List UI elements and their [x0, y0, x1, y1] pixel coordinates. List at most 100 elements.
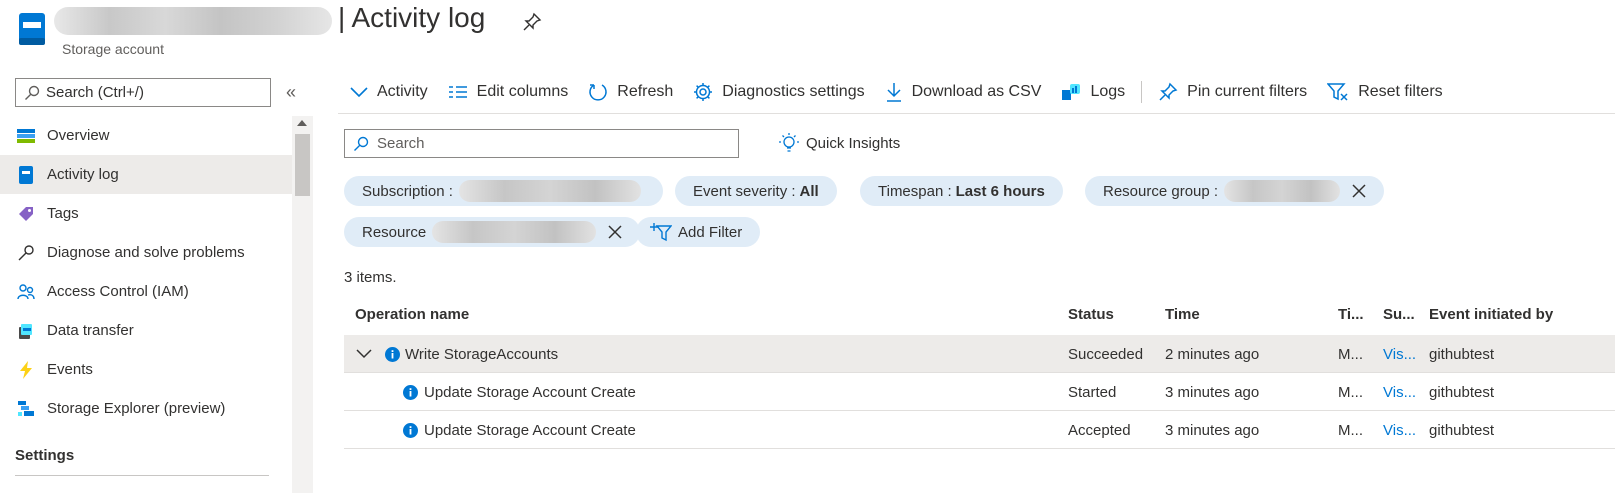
diagnostics-settings-label: Diagnostics settings: [722, 83, 865, 100]
operation-name: Write StorageAccounts: [405, 345, 559, 363]
sidebar-item-overview[interactable]: Overview: [0, 116, 292, 155]
diagnostics-settings-button[interactable]: Diagnostics settings: [683, 76, 874, 108]
sidebar-item-activity-log[interactable]: Activity log: [0, 155, 292, 194]
table-row[interactable]: Update Storage Account Create Started 3 …: [344, 373, 1615, 411]
operation-name: Update Storage Account Create: [424, 383, 636, 401]
collapse-sidebar-button[interactable]: «: [286, 82, 302, 102]
data-transfer-icon: [17, 322, 35, 340]
filter-pill-timespan[interactable]: Timespan : Last 6 hours: [860, 176, 1063, 206]
table-row[interactable]: Update Storage Account Create Accepted 3…: [344, 411, 1615, 449]
logs-button[interactable]: Logs: [1051, 76, 1135, 108]
download-csv-label: Download as CSV: [911, 83, 1042, 100]
timestamp: M...: [1338, 383, 1363, 401]
filter-label: Subscription :: [362, 182, 453, 200]
pin-current-filters-button[interactable]: Pin current filters: [1148, 76, 1317, 108]
activity-button[interactable]: Activity: [340, 76, 438, 108]
column-header-initiated-by[interactable]: Event initiated by: [1429, 306, 1553, 323]
scrollbar-thumb[interactable]: [295, 134, 310, 196]
info-icon: [385, 335, 400, 373]
quick-insights-label: Quick Insights: [806, 134, 901, 152]
storage-explorer-icon: [17, 400, 35, 418]
download-csv-button[interactable]: Download as CSV: [875, 76, 1052, 108]
wrench-icon: [17, 244, 35, 262]
sidebar-item-label: Diagnose and solve problems: [47, 244, 245, 261]
table-row[interactable]: Write StorageAccounts Succeeded 2 minute…: [344, 335, 1615, 373]
download-icon: [885, 82, 903, 102]
sidebar-item-label: Storage Explorer (preview): [47, 400, 226, 417]
sidebar-item-tags[interactable]: Tags: [0, 194, 292, 233]
refresh-label: Refresh: [617, 83, 674, 100]
edit-columns-label: Edit columns: [476, 83, 569, 100]
sidebar-nav: Overview Activity log Tags Diagnose and …: [0, 116, 292, 428]
status: Accepted: [1068, 421, 1131, 439]
search-input[interactable]: Search: [344, 129, 739, 158]
redacted-resource-name: [54, 7, 332, 35]
subscription-link[interactable]: Vis...: [1383, 411, 1416, 449]
info-icon: [403, 411, 418, 449]
divider: [15, 475, 269, 476]
divider: [338, 113, 1615, 114]
filter-label: Resource: [362, 223, 427, 241]
redacted-value: [1224, 180, 1341, 202]
subscription-link[interactable]: Vis...: [1383, 373, 1416, 411]
pin-icon[interactable]: [522, 12, 542, 32]
filter-pill-subscription[interactable]: Subscription :: [344, 176, 663, 206]
initiated-by: githubtest: [1429, 421, 1495, 439]
close-icon[interactable]: [608, 225, 622, 239]
scroll-up-arrow-icon[interactable]: [297, 120, 307, 126]
subscription-link[interactable]: Vis...: [1383, 335, 1416, 373]
time: 3 minutes ago: [1165, 383, 1260, 401]
sidebar-item-diagnose[interactable]: Diagnose and solve problems: [0, 233, 292, 272]
time: 3 minutes ago: [1165, 421, 1260, 439]
time: 2 minutes ago: [1165, 345, 1260, 363]
sidebar-item-iam[interactable]: Access Control (IAM): [0, 272, 292, 311]
sidebar-item-storage-explorer[interactable]: Storage Explorer (preview): [0, 389, 292, 428]
chevron-down-icon[interactable]: [356, 335, 372, 373]
sidebar-item-label: Access Control (IAM): [47, 283, 189, 300]
toolbar-separator: [1141, 81, 1143, 103]
status: Succeeded: [1068, 345, 1144, 363]
sidebar-item-label: Overview: [47, 127, 110, 144]
gear-icon: [693, 82, 713, 102]
results-count: 3 items.: [344, 269, 397, 286]
lightning-icon: [17, 360, 35, 379]
search-placeholder: Search: [377, 135, 425, 152]
lightbulb-icon: [778, 132, 800, 154]
sidebar-item-label: Data transfer: [47, 322, 134, 339]
redacted-value: [432, 221, 597, 243]
quick-insights-button[interactable]: Quick Insights: [778, 132, 900, 154]
pin-icon: [1158, 82, 1178, 102]
column-header-timestamp[interactable]: Ti...: [1338, 306, 1364, 323]
column-header-status[interactable]: Status: [1068, 306, 1114, 323]
refresh-button[interactable]: Refresh: [578, 76, 683, 108]
sidebar-search-input[interactable]: Search (Ctrl+/): [15, 78, 271, 107]
column-header-time[interactable]: Time: [1165, 306, 1200, 323]
logs-label: Logs: [1090, 83, 1126, 100]
timestamp: M...: [1338, 345, 1363, 363]
edit-columns-button[interactable]: Edit columns: [438, 76, 579, 108]
sidebar-item-data-transfer[interactable]: Data transfer: [0, 311, 292, 350]
reset-filters-label: Reset filters: [1358, 83, 1443, 100]
sidebar-item-events[interactable]: Events: [0, 350, 292, 389]
sidebar-item-label: Events: [47, 361, 93, 378]
initiated-by: githubtest: [1429, 383, 1495, 401]
filter-pill-event-severity[interactable]: Event severity : All: [675, 176, 837, 206]
filter-pill-resource[interactable]: Resource: [344, 217, 641, 247]
overview-icon: [17, 127, 35, 145]
chevron-down-icon: [350, 86, 368, 98]
column-header-operation[interactable]: Operation name: [355, 306, 469, 323]
operation-name: Update Storage Account Create: [424, 421, 636, 439]
add-filter-icon: [650, 222, 672, 242]
columns-icon: [448, 84, 468, 100]
filter-pill-resource-group[interactable]: Resource group :: [1085, 176, 1385, 206]
search-icon: [24, 85, 40, 101]
reset-filters-button[interactable]: Reset filters: [1317, 76, 1452, 108]
initiated-by: githubtest: [1429, 345, 1495, 363]
close-icon[interactable]: [1352, 184, 1366, 198]
page-title: | Activity log: [338, 2, 486, 33]
sidebar-section-settings: Settings: [15, 447, 75, 464]
activity-log-icon: [17, 165, 35, 184]
timestamp: M...: [1338, 421, 1363, 439]
add-filter-button[interactable]: Add Filter: [636, 217, 761, 247]
column-header-subscription[interactable]: Su...: [1383, 306, 1415, 323]
